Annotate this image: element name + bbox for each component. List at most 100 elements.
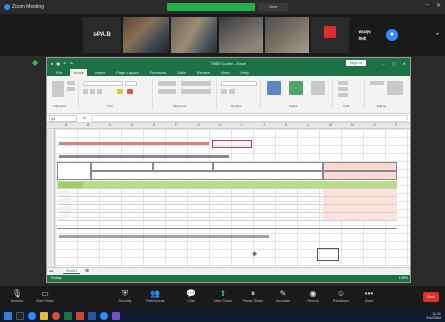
paste-icon[interactable]: [52, 81, 64, 97]
column-header[interactable]: B: [87, 123, 89, 127]
tab-home[interactable]: Home: [70, 69, 88, 76]
start-icon[interactable]: [4, 312, 12, 320]
chevron-right-icon[interactable]: ▸: [436, 31, 439, 37]
tab-file[interactable]: File: [53, 69, 65, 76]
column-header[interactable]: C: [109, 123, 112, 127]
sheet-tab[interactable]: Sheet1: [63, 269, 81, 274]
annotate-button[interactable]: ✎ Annotate: [268, 288, 298, 308]
tab-help[interactable]: Help: [237, 69, 251, 76]
reactions-button[interactable]: ☺ Reactions: [326, 288, 356, 308]
column-header[interactable]: H: [219, 123, 222, 127]
formula-input[interactable]: [91, 115, 408, 122]
app-icon[interactable]: [112, 312, 120, 320]
italic-icon[interactable]: [90, 89, 95, 94]
column-header[interactable]: J: [263, 123, 265, 127]
minimize-icon[interactable]: –: [426, 2, 429, 9]
chrome-icon[interactable]: [52, 312, 60, 320]
cut-icon[interactable]: [67, 81, 75, 85]
participant-tile[interactable]: [123, 17, 169, 53]
search-icon[interactable]: [16, 312, 24, 320]
tab-review[interactable]: Review: [194, 69, 213, 76]
column-header[interactable]: F: [175, 123, 177, 127]
format-cells-icon[interactable]: [338, 93, 348, 97]
add-sheet-icon[interactable]: ⊕: [85, 268, 89, 274]
column-header[interactable]: E: [153, 123, 155, 127]
selected-note-cell[interactable]: [212, 140, 252, 148]
column-header[interactable]: P: [395, 123, 397, 127]
autosum-icon[interactable]: [370, 81, 384, 85]
new-share-button[interactable]: ⬆ New Share: [208, 288, 238, 308]
more-button[interactable]: ••• More: [354, 288, 384, 308]
header-group-cell[interactable]: [153, 162, 213, 171]
align-top-icon[interactable]: [158, 81, 176, 86]
merge-center-button[interactable]: [181, 89, 211, 94]
security-button[interactable]: ⛨ Security: [110, 288, 140, 308]
insert-cells-icon[interactable]: [338, 81, 348, 85]
edge-icon[interactable]: [28, 312, 36, 320]
percent-icon[interactable]: [229, 89, 235, 94]
fill-color-icon[interactable]: [117, 89, 123, 94]
table-row[interactable]: [57, 221, 397, 229]
system-tray[interactable]: 11:11 9/4/2564: [426, 312, 441, 320]
header-group-cell[interactable]: [91, 162, 153, 171]
header-cell[interactable]: [57, 162, 91, 180]
participant-tile[interactable]: [311, 17, 349, 53]
column-header[interactable]: D: [131, 123, 134, 127]
column-header[interactable]: O: [373, 123, 376, 127]
participant-tile[interactable]: [219, 17, 263, 53]
find-select-icon[interactable]: [387, 81, 403, 95]
header-group-cell[interactable]: [213, 162, 323, 171]
number-format-select[interactable]: [221, 81, 257, 86]
zoom-level[interactable]: 100%: [399, 276, 408, 280]
font-size-select[interactable]: [125, 81, 137, 86]
pause-share-button[interactable]: ⏸ Pause Share: [238, 288, 268, 308]
wrap-text-button[interactable]: [181, 81, 211, 86]
column-header[interactable]: N: [351, 123, 354, 127]
delete-cells-icon[interactable]: [338, 87, 348, 91]
column-header[interactable]: K: [285, 123, 287, 127]
excel-icon[interactable]: [64, 312, 72, 320]
cell-styles-icon[interactable]: [311, 81, 325, 95]
column-header[interactable]: G: [197, 123, 200, 127]
column-header[interactable]: M: [329, 123, 332, 127]
column-header[interactable]: L: [307, 123, 309, 127]
sheet-nav-icon[interactable]: ◂ ▸: [49, 269, 54, 273]
bold-icon[interactable]: [83, 89, 88, 94]
minimize-icon[interactable]: –: [383, 61, 385, 66]
participant-tile[interactable]: [265, 17, 309, 53]
subheader-row[interactable]: [91, 171, 323, 180]
sign-in-button[interactable]: Sign in: [346, 60, 366, 66]
record-button[interactable]: ◉ Record: [298, 288, 328, 308]
file-explorer-icon[interactable]: [40, 312, 48, 320]
underline-icon[interactable]: [97, 89, 102, 94]
powerpoint-icon[interactable]: [76, 312, 84, 320]
participants-button[interactable]: 👥 Participants: [140, 288, 170, 308]
table-cell[interactable]: [59, 198, 71, 204]
close-icon[interactable]: ✕: [403, 61, 406, 66]
font-color-icon[interactable]: [127, 89, 133, 94]
tab-data[interactable]: Data: [174, 69, 188, 76]
zoom-taskbar-icon[interactable]: [100, 312, 108, 320]
table-row[interactable]: [57, 189, 397, 197]
participant-tile[interactable]: ทองสุข สิทธิ: [351, 17, 381, 53]
view-button[interactable]: View: [258, 3, 288, 11]
user-avatar-icon[interactable]: ●: [386, 29, 398, 41]
conditional-formatting-icon[interactable]: [267, 81, 281, 95]
column-header[interactable]: A: [65, 123, 67, 127]
currency-icon[interactable]: [221, 89, 227, 94]
font-name-select[interactable]: [83, 81, 123, 86]
selected-range[interactable]: [317, 248, 339, 261]
table-row[interactable]: [57, 197, 397, 205]
maximize-icon[interactable]: ▢: [392, 61, 396, 66]
table-row[interactable]: [57, 213, 397, 221]
table-cell[interactable]: [59, 182, 83, 188]
word-icon[interactable]: [88, 312, 96, 320]
chat-button[interactable]: 💬 Chat: [176, 288, 206, 308]
table-row[interactable]: [57, 205, 397, 213]
participant-tile[interactable]: oPA.B: [83, 17, 121, 53]
copy-icon[interactable]: [67, 87, 75, 91]
format-as-table-icon[interactable]: [289, 81, 303, 95]
align-left-icon[interactable]: [158, 89, 176, 94]
close-icon[interactable]: ✕: [436, 2, 441, 9]
table-cell[interactable]: [59, 190, 69, 196]
